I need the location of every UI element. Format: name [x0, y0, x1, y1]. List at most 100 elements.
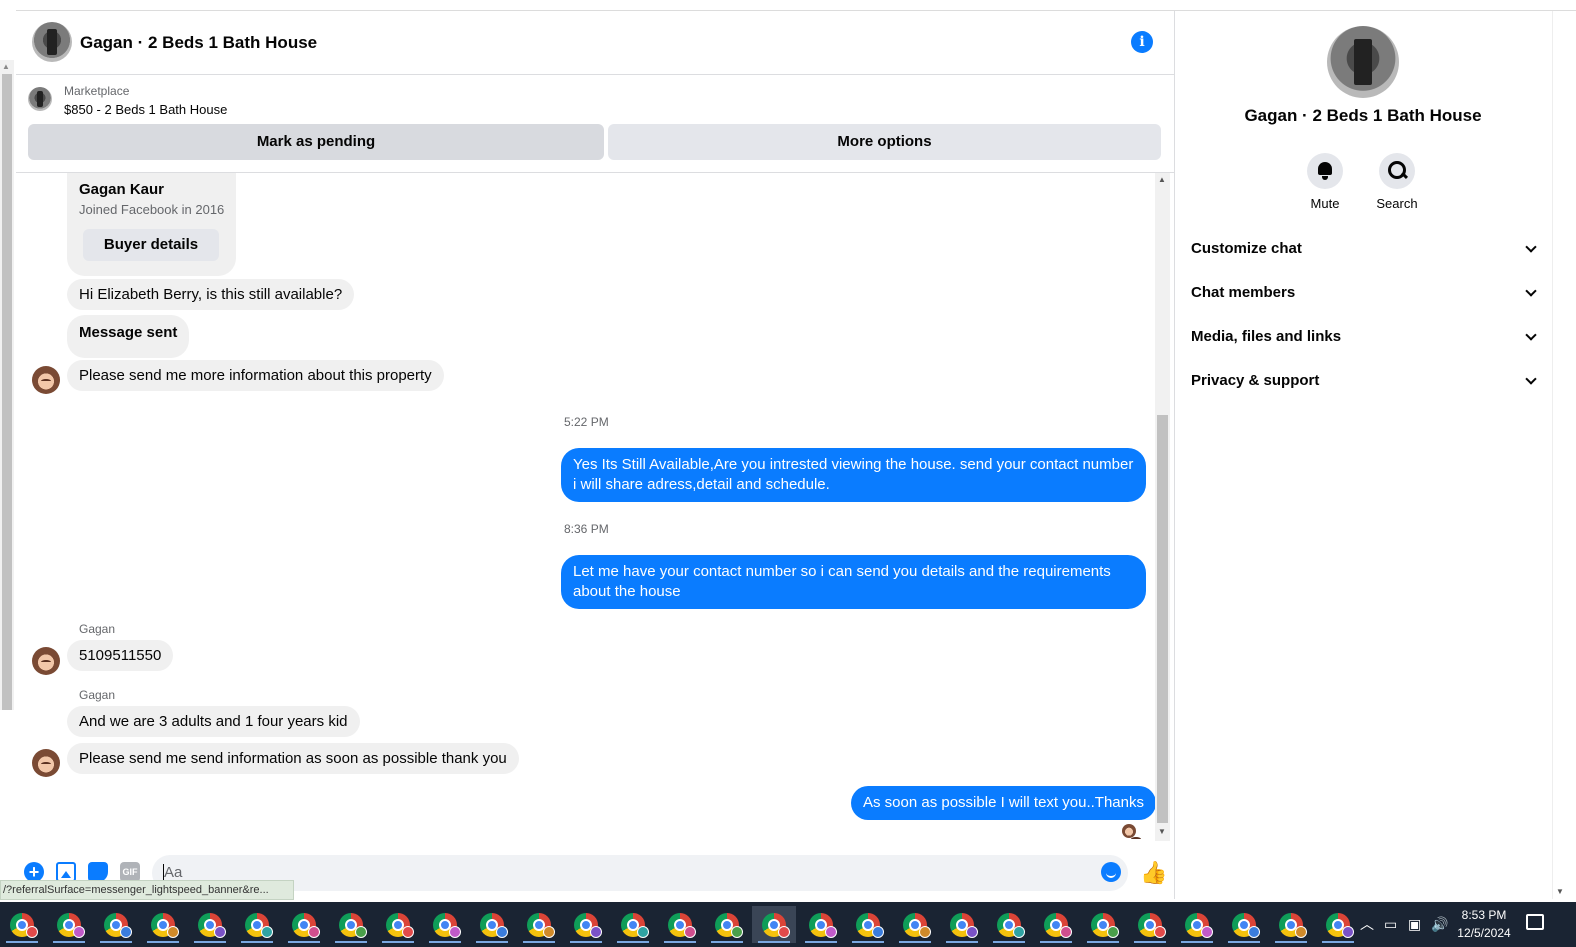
profile-badge-icon: [120, 926, 132, 938]
profile-badge-icon: [590, 926, 602, 938]
scroll-down-arrow-icon[interactable]: ▼: [1158, 827, 1166, 836]
chrome-taskbar-button[interactable]: [846, 906, 890, 943]
outer-scrollbar[interactable]: ▲: [0, 60, 14, 710]
contact-avatar[interactable]: [32, 366, 60, 394]
contact-avatar[interactable]: [32, 749, 60, 777]
chrome-taskbar-button[interactable]: [611, 906, 655, 943]
notification-center-icon[interactable]: [1526, 914, 1544, 930]
gif-icon[interactable]: GIF: [120, 862, 140, 882]
section-media-files-links[interactable]: Media, files and links: [1191, 317, 1541, 357]
chrome-taskbar-button[interactable]: [658, 906, 702, 943]
search-icon[interactable]: [1379, 153, 1415, 189]
message-incoming[interactable]: Please send me more information about th…: [67, 360, 444, 391]
profile-badge-icon: [73, 926, 85, 938]
message-input[interactable]: Aa: [152, 855, 1128, 891]
chrome-taskbar-button[interactable]: [0, 906, 44, 943]
bell-icon[interactable]: [1307, 153, 1343, 189]
system-clock[interactable]: 8:53 PM 12/5/2024: [1452, 906, 1516, 942]
mute-button[interactable]: Mute: [1295, 153, 1355, 211]
mark-as-pending-button[interactable]: Mark as pending: [28, 124, 604, 160]
message-incoming[interactable]: And we are 3 adults and 1 four years kid: [67, 706, 360, 737]
volume-icon[interactable]: 🔊: [1431, 902, 1448, 947]
chrome-taskbar-button[interactable]: [282, 906, 326, 943]
chrome-taskbar-button[interactable]: [940, 906, 984, 943]
profile-badge-icon: [825, 926, 837, 938]
listing-thumbnail[interactable]: [28, 87, 52, 111]
chrome-taskbar-button[interactable]: [1034, 906, 1078, 943]
message-incoming[interactable]: 5109511550: [67, 640, 174, 671]
profile-badge-icon: [778, 926, 790, 938]
message-incoming[interactable]: Please send me send information as soon …: [67, 743, 519, 774]
marketplace-bar: Marketplace $850 - 2 Beds 1 Bath House M…: [16, 75, 1174, 173]
chrome-taskbar-button[interactable]: [423, 906, 467, 943]
chrome-taskbar-button[interactable]: [987, 906, 1031, 943]
running-indicator: [6, 941, 38, 943]
profile-badge-icon: [684, 926, 696, 938]
chrome-taskbar-button[interactable]: [188, 906, 232, 943]
chrome-taskbar-button[interactable]: [1222, 906, 1266, 943]
message-outgoing[interactable]: As soon as possible I will text you..Tha…: [851, 786, 1156, 820]
chrome-taskbar-button[interactable]: [705, 906, 749, 943]
chrome-taskbar-button[interactable]: [1269, 906, 1313, 943]
messages-scrollbar[interactable]: ▲ ▼: [1155, 173, 1170, 841]
chrome-taskbar-button[interactable]: [1316, 906, 1360, 943]
chrome-taskbar-button[interactable]: [1128, 906, 1172, 943]
profile-badge-icon: [214, 926, 226, 938]
chat-title[interactable]: Gagan · 2 Beds 1 Bath House: [80, 33, 317, 53]
contact-avatar[interactable]: [32, 647, 60, 675]
emoji-icon[interactable]: [1101, 862, 1121, 882]
chrome-taskbar-button[interactable]: [141, 906, 185, 943]
scroll-up-arrow-icon[interactable]: ▲: [2, 62, 10, 71]
search-button[interactable]: Search: [1367, 153, 1427, 211]
profile-badge-icon: [966, 926, 978, 938]
chevron-down-icon[interactable]: [1525, 241, 1537, 253]
section-customize-chat[interactable]: Customize chat: [1191, 229, 1541, 269]
chrome-taskbar-button[interactable]: [376, 906, 420, 943]
messenger-window: ▲ Gagan · 2 Beds 1 Bath House i Marketpl…: [0, 0, 1576, 947]
chrome-taskbar-button[interactable]: [329, 906, 373, 943]
message-outgoing[interactable]: Let me have your contact number so i can…: [561, 555, 1146, 609]
more-options-button[interactable]: More options: [608, 124, 1161, 160]
chrome-taskbar-button[interactable]: [752, 906, 796, 943]
chevron-down-icon[interactable]: [1525, 285, 1537, 297]
profile-badge-icon: [1107, 926, 1119, 938]
chevron-down-icon[interactable]: [1525, 329, 1537, 341]
chrome-taskbar-button[interactable]: [1081, 906, 1125, 943]
chrome-taskbar-button[interactable]: [235, 906, 279, 943]
chrome-taskbar-button[interactable]: [94, 906, 138, 943]
chevron-down-icon[interactable]: [1525, 373, 1537, 385]
section-privacy-support[interactable]: Privacy & support: [1191, 361, 1541, 401]
info-icon[interactable]: i: [1131, 31, 1153, 53]
chrome-taskbar-button[interactable]: [517, 906, 561, 943]
sticker-icon[interactable]: [88, 862, 108, 882]
listing-avatar[interactable]: [32, 22, 72, 62]
chat-info-panel: Gagan · 2 Beds 1 Bath House Mute Search …: [1174, 11, 1550, 899]
chrome-taskbar-button[interactable]: [564, 906, 608, 943]
buyer-details-button[interactable]: Buyer details: [83, 229, 219, 261]
page-scrollbar[interactable]: ▼: [1552, 11, 1568, 899]
running-indicator: [100, 941, 132, 943]
outer-scroll-thumb[interactable]: [2, 74, 12, 710]
section-chat-members[interactable]: Chat members: [1191, 273, 1541, 313]
listing-price-title[interactable]: $850 - 2 Beds 1 Bath House: [64, 102, 227, 117]
section-label: Customize chat: [1191, 240, 1302, 257]
thumbs-up-icon[interactable]: 👍: [1140, 860, 1167, 886]
scroll-down-arrow-icon[interactable]: ▼: [1556, 887, 1564, 896]
chrome-taskbar-button[interactable]: [893, 906, 937, 943]
plus-icon[interactable]: +: [24, 862, 44, 882]
message-outgoing[interactable]: Yes Its Still Available,Are you intreste…: [561, 448, 1146, 502]
message-incoming[interactable]: Message sent: [67, 315, 190, 358]
show-hidden-icons-icon[interactable]: ︿: [1360, 902, 1374, 947]
scroll-up-arrow-icon[interactable]: ▲: [1158, 175, 1166, 184]
message-incoming[interactable]: Hi Elizabeth Berry, is this still availa…: [67, 279, 355, 310]
network-icon[interactable]: ▣: [1408, 902, 1421, 947]
chrome-taskbar-button[interactable]: [470, 906, 514, 943]
chrome-taskbar-button[interactable]: [1175, 906, 1219, 943]
photo-icon[interactable]: [56, 862, 76, 882]
listing-avatar-large[interactable]: [1327, 26, 1399, 98]
messages-scroll-thumb[interactable]: [1157, 415, 1168, 823]
chrome-taskbar-button[interactable]: [799, 906, 843, 943]
meet-now-icon[interactable]: ▭: [1384, 902, 1397, 947]
profile-badge-icon: [167, 926, 179, 938]
chrome-taskbar-button[interactable]: [47, 906, 91, 943]
